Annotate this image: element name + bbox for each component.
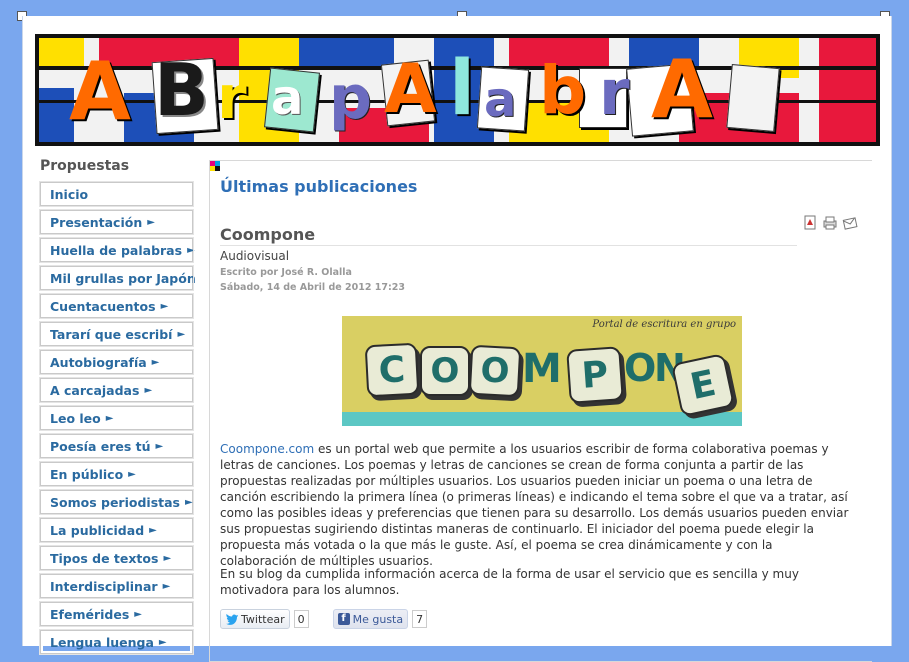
banner-letter: b xyxy=(539,52,587,129)
arrow-right-icon: ► xyxy=(144,384,153,396)
article-paragraph: Coompone.com es un portal web que permit… xyxy=(220,442,849,568)
banner-letter: l xyxy=(449,43,476,132)
article-category: Audiovisual xyxy=(220,249,290,263)
tweet-count: 0 xyxy=(293,610,309,628)
like-label: Me gusta xyxy=(352,612,404,626)
sidebar-item-label: Presentación xyxy=(50,214,143,230)
sidebar-item-label: Huella de palabras xyxy=(50,242,183,258)
sidebar-item-label: Cuentacuentos xyxy=(50,298,156,314)
sidebar-nav: Inicio Presentación ► Huella de palabras ►… xyxy=(39,181,196,658)
twitter-bird-icon xyxy=(226,614,238,625)
sidebar-item-label: Efemérides xyxy=(50,606,130,622)
logo-letter: O xyxy=(468,344,522,398)
logo-letter: E xyxy=(670,352,736,418)
sidebar-item-autobiografia[interactable]: Autobiografía ► xyxy=(39,349,194,375)
sidebar-item-la-publicidad[interactable]: La publicidad ► xyxy=(39,517,194,543)
banner-letter: a xyxy=(271,70,304,126)
logo-letter: O xyxy=(420,346,470,396)
cmyk-marker-icon xyxy=(210,161,220,171)
print-icon[interactable] xyxy=(822,215,838,231)
sidebar-item-a-carcajadas[interactable]: A carcajadas ► xyxy=(39,377,194,403)
sidebar-title: Propuestas xyxy=(40,158,130,174)
email-icon[interactable] xyxy=(842,215,858,231)
arrow-right-icon: ► xyxy=(163,552,172,564)
article-link[interactable]: Coompone.com xyxy=(220,442,314,456)
sidebar-item-leo-leo[interactable]: Leo leo ► xyxy=(39,405,194,431)
page-frame: A B r a p A l a b r A Propuestas Inicio … xyxy=(22,16,892,662)
sidebar-item-label: Tararí que escribí xyxy=(50,326,173,342)
tweet-button[interactable]: Twittear xyxy=(220,609,290,629)
sidebar-item-efemerides[interactable]: Efemérides ► xyxy=(39,601,194,627)
sidebar-item-lengua-luenga[interactable]: Lengua luenga ► xyxy=(39,629,194,655)
sidebar-item-label: Poesía eres tú xyxy=(50,438,151,454)
social-bar: Twittear 0 f Me gusta 7 xyxy=(220,609,428,629)
sidebar-item-somos-periodistas[interactable]: Somos periodistas ► xyxy=(39,489,194,515)
sidebar-item-tipos-de-textos[interactable]: Tipos de textos ► xyxy=(39,545,194,571)
arrow-right-icon: ► xyxy=(187,244,195,256)
sidebar-item-mil-grullas[interactable]: Mil grullas por Japón xyxy=(39,265,196,291)
pdf-icon[interactable] xyxy=(802,215,818,231)
arrow-right-icon: ► xyxy=(128,468,136,480)
arrow-right-icon: ► xyxy=(160,300,169,312)
article-date: Sábado, 14 de Abril de 2012 17:23 xyxy=(220,282,405,293)
arrow-right-icon: ► xyxy=(162,580,171,592)
section-title: Últimas publicaciones xyxy=(220,177,418,196)
banner-letter: a xyxy=(484,72,517,128)
arrow-right-icon: ► xyxy=(158,636,167,648)
sidebar-item-label: Lengua luenga xyxy=(50,634,154,650)
like-count: 7 xyxy=(412,610,428,628)
sidebar-item-label: A carcajadas xyxy=(50,382,140,398)
sidebar-item-en-publico[interactable]: En público ► xyxy=(39,461,194,487)
main-content: Últimas publicaciones Coompone Audiovisu… xyxy=(209,160,872,662)
article-author: Escrito por José R. Olalla xyxy=(220,267,352,278)
sidebar-item-label: En público xyxy=(50,466,124,482)
sidebar-item-huella-de-palabras[interactable]: Huella de palabras ► xyxy=(39,237,195,263)
like-button[interactable]: f Me gusta xyxy=(332,609,409,629)
sidebar-item-cuentacuentos[interactable]: Cuentacuentos ► xyxy=(39,293,194,319)
tweet-label: Twittear xyxy=(241,612,285,626)
article-paragraph: En su blog da cumplida información acerc… xyxy=(220,567,799,597)
sidebar-item-label: Autobiografía xyxy=(50,354,147,370)
arrow-right-icon: ► xyxy=(134,608,142,620)
sidebar-item-poesia-eres-tu[interactable]: Poesía eres tú ► xyxy=(39,433,194,459)
logo-letter: M xyxy=(522,346,562,392)
logo-letter: O xyxy=(624,346,657,390)
sidebar-item-label: Inicio xyxy=(50,186,89,202)
sidebar-item-label: Interdisciplinar xyxy=(50,578,158,594)
arrow-right-icon: ► xyxy=(151,356,160,368)
banner-letter: A xyxy=(69,45,131,138)
sidebar-item-label: Tipos de textos xyxy=(50,550,159,566)
arrow-right-icon: ► xyxy=(105,412,114,424)
arrow-right-icon: ► xyxy=(184,496,193,508)
logo-letter: P xyxy=(566,346,624,404)
banner-letter: A xyxy=(651,43,713,136)
coompone-logo-image[interactable]: Portal de escritura en grupo C O O M P O… xyxy=(342,316,742,426)
logo-tagline: Portal de escritura en grupo xyxy=(592,319,736,330)
sidebar-item-label: Somos periodistas xyxy=(50,494,180,510)
arrow-right-icon: ► xyxy=(149,524,157,536)
facebook-icon: f xyxy=(337,613,350,625)
banner-letter: r xyxy=(217,63,247,133)
sidebar-item-label: La publicidad xyxy=(50,522,145,538)
sidebar-item-label: Leo leo xyxy=(50,410,101,426)
banner-letter: p xyxy=(329,63,372,133)
arrow-right-icon: ► xyxy=(177,328,186,340)
sidebar-item-interdisciplinar[interactable]: Interdisciplinar ► xyxy=(39,573,194,599)
article-title[interactable]: Coompone xyxy=(220,225,315,244)
site-banner[interactable]: A B r a p A l a b r A xyxy=(35,34,880,146)
sidebar-item-tarari[interactable]: Tararí que escribí ► xyxy=(39,321,194,347)
divider xyxy=(220,245,797,246)
arrow-right-icon: ► xyxy=(155,440,164,452)
article-tools xyxy=(802,215,858,231)
logo-letter: C xyxy=(364,342,420,398)
sidebar-item-label: Mil grullas por Japón xyxy=(50,270,196,286)
arrow-right-icon: ► xyxy=(147,216,155,228)
sidebar-item-inicio[interactable]: Inicio xyxy=(39,181,194,207)
banner-letter: A xyxy=(384,50,437,129)
sidebar-item-presentacion[interactable]: Presentación ► xyxy=(39,209,194,235)
banner-letter: B xyxy=(154,48,209,132)
banner-letter: r xyxy=(599,56,630,129)
